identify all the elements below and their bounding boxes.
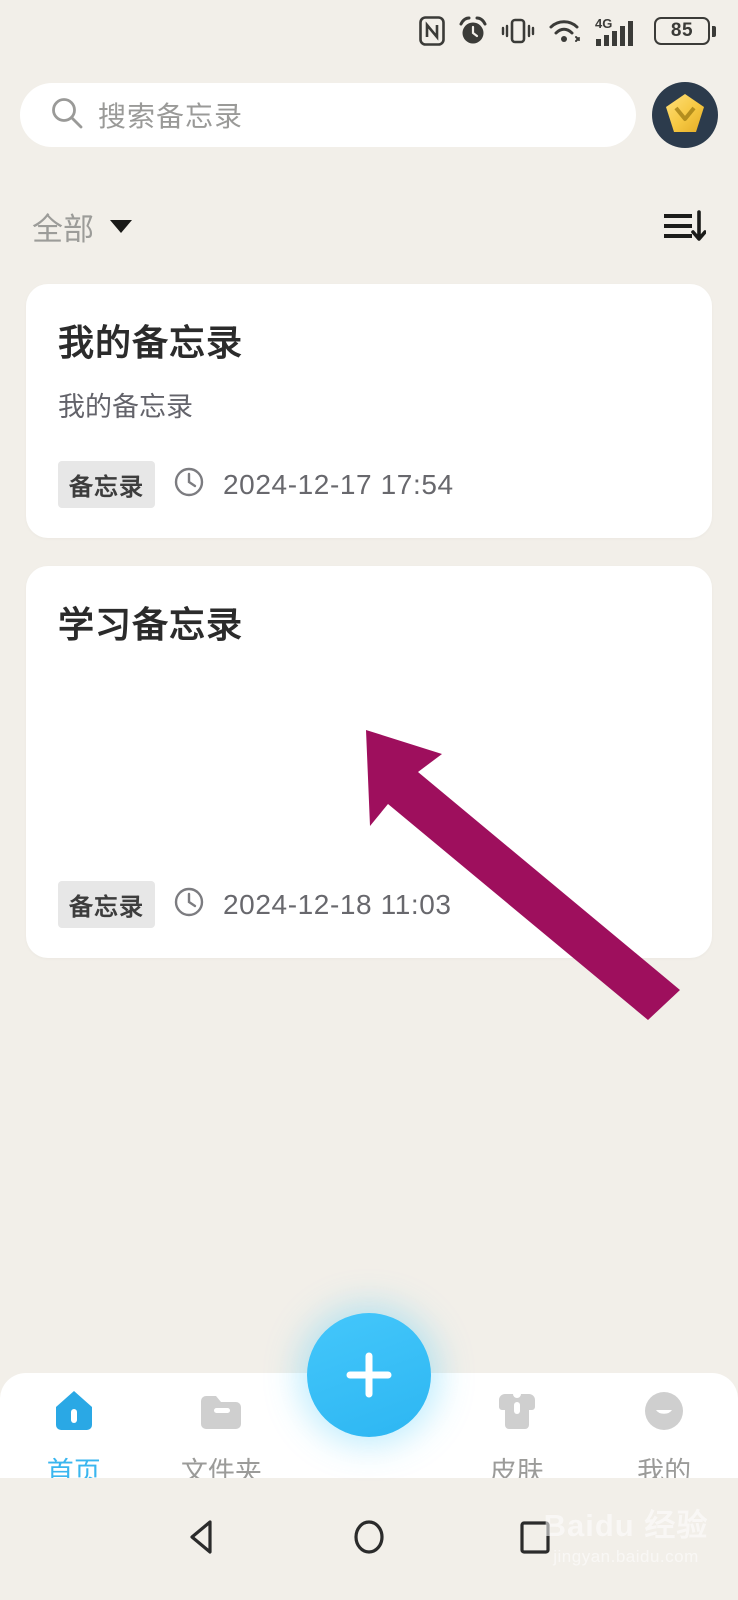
home-icon [48,1385,100,1442]
home-circle-icon[interactable] [346,1514,392,1565]
note-title: 我的备忘录 [58,322,244,363]
note-body: 我的备忘录 [58,392,193,422]
vibrate-icon [501,16,535,46]
battery-cap [712,25,716,37]
battery-indicator: 85 [654,17,716,45]
note-card[interactable]: 学习备忘录 备忘录 2024-12-18 11:03 [26,566,712,959]
search-row: 搜索备忘录 [0,82,738,148]
battery-level-text: 85 [654,17,710,45]
sort-descending-icon [664,210,706,241]
alarm-icon [458,16,488,46]
search-placeholder-text: 搜索备忘录 [98,101,244,132]
phone-screen: 4G 85 搜索备忘录 全部 我的备忘录 我的备忘录 备忘录 2024-12-1… [0,0,738,1600]
filter-label: 全部 [32,211,94,247]
clock-icon [173,466,205,503]
sort-button[interactable] [660,206,706,246]
svg-text:4G: 4G [595,16,612,31]
folder-icon [195,1385,247,1442]
nav-item-home[interactable]: 首页 [0,1373,148,1489]
nfc-icon [419,16,445,46]
note-time: 2024-12-17 17:54 [223,468,454,500]
avatar[interactable] [652,82,718,148]
user-avatar-diamond-icon [666,94,704,132]
chevron-down-icon [110,219,132,233]
nav-item-profile[interactable]: 我的 [590,1373,738,1489]
status-bar: 4G 85 [0,0,738,62]
note-meta: 备忘录 2024-12-18 11:03 [58,881,680,929]
search-input[interactable]: 搜索备忘录 [20,83,636,147]
note-card[interactable]: 我的备忘录 我的备忘录 备忘录 2024-12-17 17:54 [26,284,712,539]
profile-icon [638,1385,690,1442]
filter-dropdown[interactable]: 全部 [32,204,132,249]
filter-row: 全部 [0,190,738,262]
note-meta: 备忘录 2024-12-17 17:54 [58,461,680,509]
note-time: 2024-12-18 11:03 [223,888,452,920]
recents-square-icon[interactable] [512,1514,558,1565]
plus-icon [346,1352,392,1398]
wifi-icon [548,17,582,45]
note-tag: 备忘录 [58,461,155,509]
note-tag: 备忘录 [58,881,155,929]
add-note-fab[interactable] [307,1313,431,1437]
signal-4g-icon: 4G [595,15,641,47]
nav-item-folder[interactable]: 文件夹 [148,1373,296,1489]
back-triangle-icon[interactable] [180,1514,226,1565]
note-list: 我的备忘录 我的备忘录 备忘录 2024-12-17 17:54 学习备忘录 备… [26,284,712,986]
android-system-nav [0,1478,738,1600]
search-icon [50,96,84,135]
clock-icon [173,886,205,923]
note-title: 学习备忘录 [58,604,244,646]
shirt-skin-icon [491,1385,543,1442]
nav-item-skin[interactable]: 皮肤 [443,1373,591,1489]
